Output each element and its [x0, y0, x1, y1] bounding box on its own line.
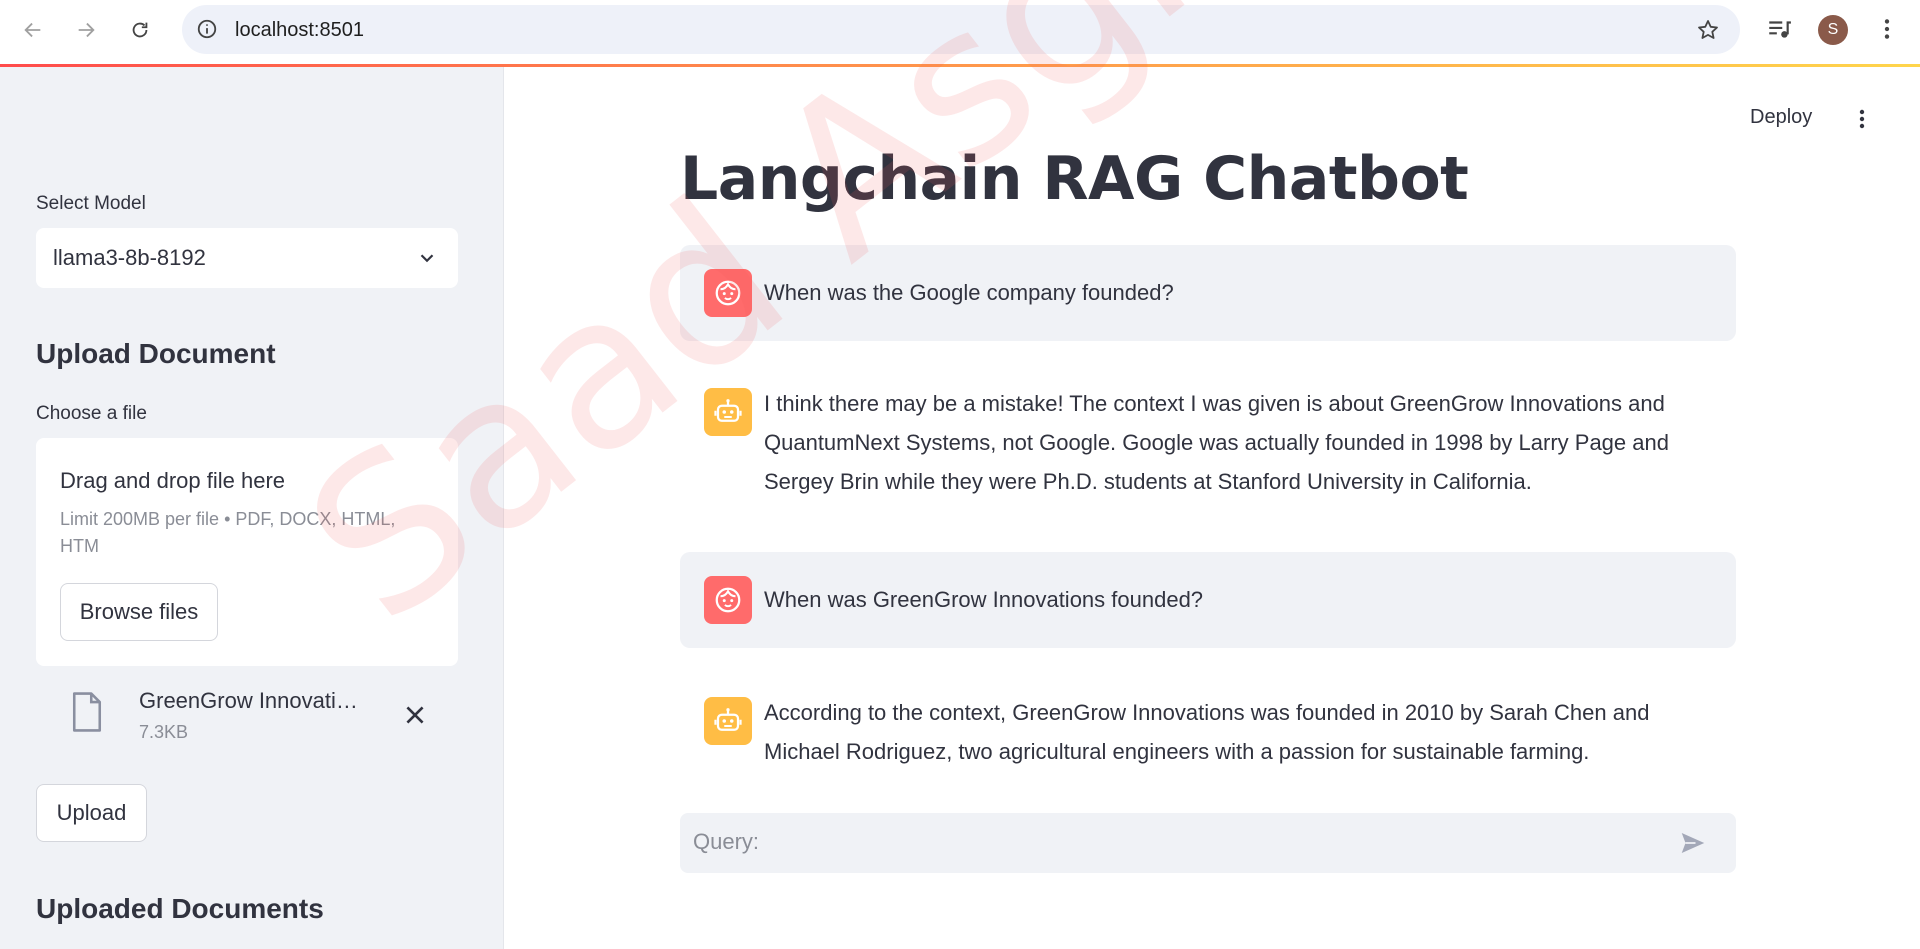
reload-icon [132, 22, 148, 38]
message-text: When was GreenGrow Innovations founded? [764, 587, 1204, 612]
user-avatar [704, 576, 752, 624]
upload-document-heading: Upload Document [36, 338, 276, 369]
file-name: GreenGrow Innovations… [139, 688, 369, 713]
star-icon[interactable] [1696, 18, 1720, 42]
file-size: 7.3KB [139, 722, 189, 742]
chat-message-user: When was GreenGrow Innovations founded? [680, 552, 1736, 648]
browse-files-button[interactable]: Browse files [60, 583, 218, 641]
file-dropzone[interactable]: Drag and drop file here Limit 200MB per … [36, 438, 458, 666]
app-menu-icon[interactable] [1850, 106, 1874, 132]
chevron-down-icon[interactable] [416, 247, 438, 269]
document-icon [72, 692, 102, 732]
deploy-button[interactable]: Deploy [1750, 106, 1812, 129]
back-button[interactable] [15, 12, 51, 48]
uploaded-file-row: GreenGrow Innovations… 7.3KB [36, 680, 458, 750]
query-placeholder[interactable]: Query: [693, 829, 759, 855]
dropzone-title: Drag and drop file here [60, 468, 286, 493]
assistant-avatar [704, 388, 752, 436]
upload-button[interactable]: Upload [36, 784, 147, 842]
dropzone-limit-text: Limit 200MB per file • PDF, DOCX, HTML, … [60, 509, 396, 556]
reload-button[interactable] [122, 12, 158, 48]
chat-message-assistant: I think there may be a mistake! The cont… [680, 370, 1736, 510]
user-avatar [704, 269, 752, 317]
robot-icon [714, 708, 742, 731]
chat-message-assistant: According to the context, GreenGrow Inno… [680, 677, 1736, 781]
user-face-icon [715, 280, 741, 306]
chat-message-user: When was the Google company founded? [680, 245, 1736, 341]
address-bar[interactable]: localhost:8501 [182, 5, 1740, 54]
select-model-label: Select Model [36, 193, 146, 214]
uploaded-documents-heading: Uploaded Documents [36, 893, 324, 924]
kebab-menu-icon[interactable] [1874, 16, 1900, 42]
profile-avatar[interactable]: S [1818, 15, 1848, 45]
message-text: When was the Google company founded? [764, 280, 1174, 305]
info-icon[interactable] [196, 18, 218, 40]
page-title: Langchain RAG Chatbot [680, 144, 1469, 214]
arrow-right-icon [78, 22, 95, 38]
assistant-avatar [704, 697, 752, 745]
model-select-value[interactable]: llama3-8b-8192 [53, 245, 206, 271]
close-icon[interactable] [402, 702, 428, 728]
user-face-icon [715, 587, 741, 613]
model-select[interactable]: llama3-8b-8192 [36, 228, 458, 288]
url-text[interactable]: localhost:8501 [235, 19, 364, 42]
choose-file-label: Choose a file [36, 403, 147, 424]
media-controls-icon[interactable] [1766, 16, 1792, 42]
query-input[interactable]: Query: [680, 813, 1736, 873]
message-text: I think there may be a mistake! The cont… [764, 391, 1669, 494]
forward-button[interactable] [68, 12, 104, 48]
arrow-left-icon [24, 22, 41, 38]
robot-icon [714, 399, 742, 422]
browser-toolbar: localhost:8501 S [0, 0, 1920, 66]
send-icon[interactable] [1678, 828, 1708, 858]
message-text: According to the context, GreenGrow Inno… [764, 700, 1650, 764]
